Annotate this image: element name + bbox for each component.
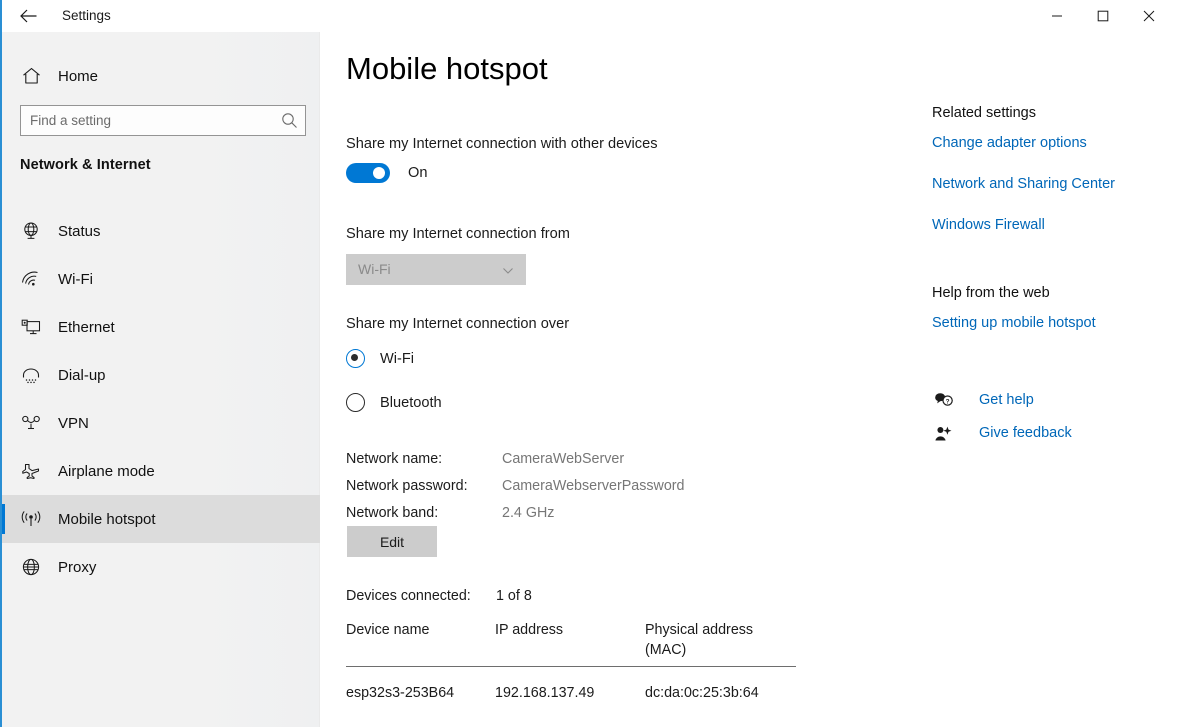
home-icon (12, 67, 50, 85)
sidebar-item-vpn[interactable]: VPN (2, 399, 320, 447)
vpn-icon (12, 414, 50, 432)
dialup-icon (12, 366, 50, 384)
close-icon (1143, 10, 1155, 22)
wifi-icon (12, 270, 50, 288)
svg-text:?: ? (946, 398, 950, 405)
airplane-icon (12, 462, 50, 480)
share-from-label: Share my Internet connection from (346, 226, 570, 242)
sidebar-item-label-home: Home (58, 67, 99, 85)
sidebar-nav-list: Status Wi-Fi Ethernet Dial-up VPN Airpla… (2, 207, 320, 591)
radio-option-wifi[interactable]: Wi-Fi (346, 349, 414, 368)
sidebar-category-title: Network & Internet (20, 157, 151, 173)
network-password-key: Network password: (346, 477, 468, 494)
devices-connected-label: Devices connected: (346, 588, 471, 604)
column-header-ip-address: IP address (495, 622, 564, 638)
sidebar-item-label-ethernet: Ethernet (58, 318, 115, 336)
minimize-icon (1052, 15, 1062, 17)
minimize-button[interactable] (1034, 0, 1080, 32)
sidebar-item-label-wifi: Wi-Fi (58, 270, 93, 288)
get-help-label: Get help (979, 392, 1034, 408)
get-help-icon: ? (932, 389, 956, 411)
column-header-physical-address: Physical address (MAC) (645, 622, 754, 658)
sidebar-item-airplane-mode[interactable]: Airplane mode (2, 447, 320, 495)
cell-mac-address: dc:da:0c:25:3b:64 (645, 685, 759, 701)
radio-bluetooth-indicator (346, 393, 365, 412)
radio-wifi-indicator (346, 349, 365, 368)
search-input[interactable] (20, 105, 306, 136)
give-feedback-link[interactable]: Give feedback (932, 422, 1072, 444)
maximize-icon (1097, 10, 1109, 22)
network-band-value: 2.4 GHz (502, 504, 555, 521)
network-info-row: Network band: 2.4 GHz (346, 499, 684, 526)
sidebar: Home Network & Internet (2, 32, 320, 727)
give-feedback-icon (932, 422, 956, 444)
share-connection-label: Share my Internet connection with other … (346, 136, 658, 152)
sidebar-item-label-proxy: Proxy (58, 558, 97, 576)
share-connection-toggle[interactable] (346, 163, 390, 183)
network-info-row: Network password: CameraWebserverPasswor… (346, 472, 684, 499)
sidebar-item-dialup[interactable]: Dial-up (2, 351, 320, 399)
toggle-knob (373, 167, 385, 179)
cell-device-name: esp32s3-253B64 (346, 685, 455, 701)
related-settings-heading: Related settings (932, 105, 1036, 121)
network-info-row: Network name: CameraWebServer (346, 445, 684, 472)
ethernet-icon (12, 318, 50, 336)
radio-label-bluetooth: Bluetooth (380, 394, 442, 411)
get-help-link[interactable]: ? Get help (932, 389, 1034, 411)
app-title: Settings (62, 8, 111, 23)
sidebar-item-home[interactable]: Home (2, 56, 320, 96)
devices-table-header: Device name IP address Physical address … (346, 620, 796, 667)
cell-ip-address: 192.168.137.49 (495, 685, 595, 701)
network-info-list: Network name: CameraWebServer Network pa… (346, 445, 684, 526)
toggle-state-label: On (408, 165, 428, 181)
share-connection-toggle-row: On (346, 163, 427, 183)
sidebar-item-label-mobile-hotspot: Mobile hotspot (58, 510, 156, 528)
devices-table: Device name IP address Physical address … (346, 620, 796, 701)
network-name-value: CameraWebServer (502, 450, 625, 467)
hotspot-icon (12, 510, 50, 528)
sidebar-item-mobile-hotspot[interactable]: Mobile hotspot (2, 495, 320, 543)
chevron-down-icon (502, 264, 514, 276)
share-from-dropdown[interactable]: Wi-Fi (346, 254, 526, 285)
link-network-and-sharing-center[interactable]: Network and Sharing Center (932, 176, 1115, 192)
close-button[interactable] (1126, 0, 1172, 32)
sidebar-item-label-dialup: Dial-up (58, 366, 106, 384)
share-over-label: Share my Internet connection over (346, 316, 570, 332)
help-from-web-heading: Help from the web (932, 285, 1050, 301)
network-name-key: Network name: (346, 450, 443, 467)
settings-window: Settings Home Find a setting Network & I… (0, 0, 1195, 727)
link-setting-up-mobile-hotspot[interactable]: Setting up mobile hotspot (932, 315, 1096, 331)
radio-option-bluetooth[interactable]: Bluetooth (346, 393, 442, 412)
edit-button[interactable]: Edit (347, 526, 437, 557)
back-arrow-icon (19, 9, 36, 23)
devices-table-body: esp32s3-253B64 192.168.137.49 dc:da:0c:2… (346, 667, 796, 715)
status-globe-icon (12, 221, 50, 241)
share-from-value: Wi-Fi (358, 261, 391, 277)
sidebar-item-wifi[interactable]: Wi-Fi (2, 255, 320, 303)
link-change-adapter-options[interactable]: Change adapter options (932, 135, 1087, 151)
proxy-globe-icon (12, 557, 50, 577)
search-box (20, 105, 306, 136)
network-password-value: CameraWebserverPassword (502, 477, 685, 494)
devices-connected-row: Devices connected: 1 of 8 (346, 588, 532, 604)
link-windows-firewall[interactable]: Windows Firewall (932, 217, 1045, 233)
table-row: esp32s3-253B64 192.168.137.49 dc:da:0c:2… (346, 667, 796, 715)
sidebar-item-proxy[interactable]: Proxy (2, 543, 320, 591)
devices-connected-value: 1 of 8 (496, 588, 532, 604)
back-button[interactable] (10, 0, 46, 32)
give-feedback-label: Give feedback (979, 425, 1072, 441)
sidebar-item-ethernet[interactable]: Ethernet (2, 303, 320, 351)
title-bar: Settings (2, 0, 1195, 32)
sidebar-item-label-airplane-mode: Airplane mode (58, 462, 155, 480)
sidebar-item-label-status: Status (58, 222, 101, 240)
sidebar-item-label-vpn: VPN (58, 414, 89, 432)
column-header-device-name: Device name (346, 622, 430, 638)
maximize-button[interactable] (1080, 0, 1126, 32)
radio-label-wifi: Wi-Fi (380, 350, 415, 367)
sidebar-item-status[interactable]: Status (2, 207, 320, 255)
page-title: Mobile hotspot (346, 51, 548, 86)
network-band-key: Network band: (346, 504, 439, 521)
